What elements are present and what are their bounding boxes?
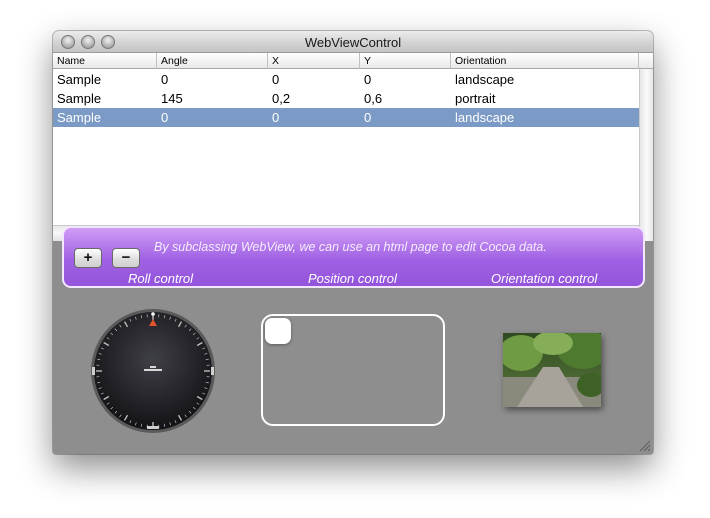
cell-y: 0 [364, 110, 372, 125]
cell-x: 0 [272, 110, 280, 125]
position-knob[interactable] [265, 318, 291, 344]
column-header-orientation[interactable]: Orientation [451, 53, 639, 69]
table-header: Name Angle X Y Orientation [53, 53, 639, 69]
table-row-selected[interactable]: Sample 0 0 0 landscape [53, 108, 639, 127]
cell-y: 0 [364, 72, 372, 87]
cell-x: 0,2 [272, 91, 291, 106]
dial-center-nub [150, 366, 156, 368]
roll-dial[interactable] [89, 307, 217, 435]
add-row-button[interactable]: + [74, 248, 102, 268]
cell-angle: 0 [161, 110, 169, 125]
title-bar[interactable]: WebViewControl [53, 31, 653, 53]
app-window: WebViewControl Name Angle X Y Orientatio… [53, 31, 653, 454]
resize-grip-icon[interactable] [638, 439, 651, 452]
vertical-scrollbar[interactable] [639, 69, 653, 241]
dial-left-mark [92, 367, 95, 375]
cell-name: Sample [57, 110, 102, 125]
remove-row-button[interactable]: − [112, 248, 140, 268]
control-banner: + − By subclassing WebView, we can use a… [62, 226, 645, 288]
window-title: WebViewControl [304, 35, 402, 50]
column-header-name[interactable]: Name [53, 53, 157, 69]
cell-name: Sample [57, 91, 102, 106]
column-header-x[interactable]: X [268, 53, 360, 69]
cell-y: 0,6 [364, 91, 383, 106]
column-header-y[interactable]: Y [360, 53, 451, 69]
orientation-photo[interactable] [503, 333, 601, 407]
cell-x: 0 [272, 72, 280, 87]
cell-name: Sample [57, 72, 102, 87]
banner-description: By subclassing WebView, we can use an ht… [154, 240, 547, 254]
dial-top-dot [151, 312, 155, 316]
data-table: Name Angle X Y Orientation Sample 0 0 0 … [53, 53, 653, 241]
cell-angle: 0 [161, 72, 169, 87]
dial-bottom-mark [147, 426, 159, 429]
table-row[interactable]: Sample 145 0,2 0,6 portrait [53, 89, 639, 108]
position-control-label: Position control [308, 271, 397, 286]
roll-control-label: Roll control [128, 271, 194, 286]
dial-center-line [144, 369, 162, 371]
dial-right-mark [211, 367, 214, 375]
cell-orientation: landscape [455, 72, 515, 87]
cell-orientation: landscape [455, 110, 515, 125]
cell-angle: 145 [161, 91, 183, 106]
table-row[interactable]: Sample 0 0 0 landscape [53, 70, 639, 89]
header-corner [639, 53, 653, 69]
position-pad[interactable] [261, 314, 445, 426]
column-header-angle[interactable]: Angle [157, 53, 268, 69]
orientation-control-label: Orientation control [491, 271, 598, 286]
cell-orientation: portrait [455, 91, 496, 106]
